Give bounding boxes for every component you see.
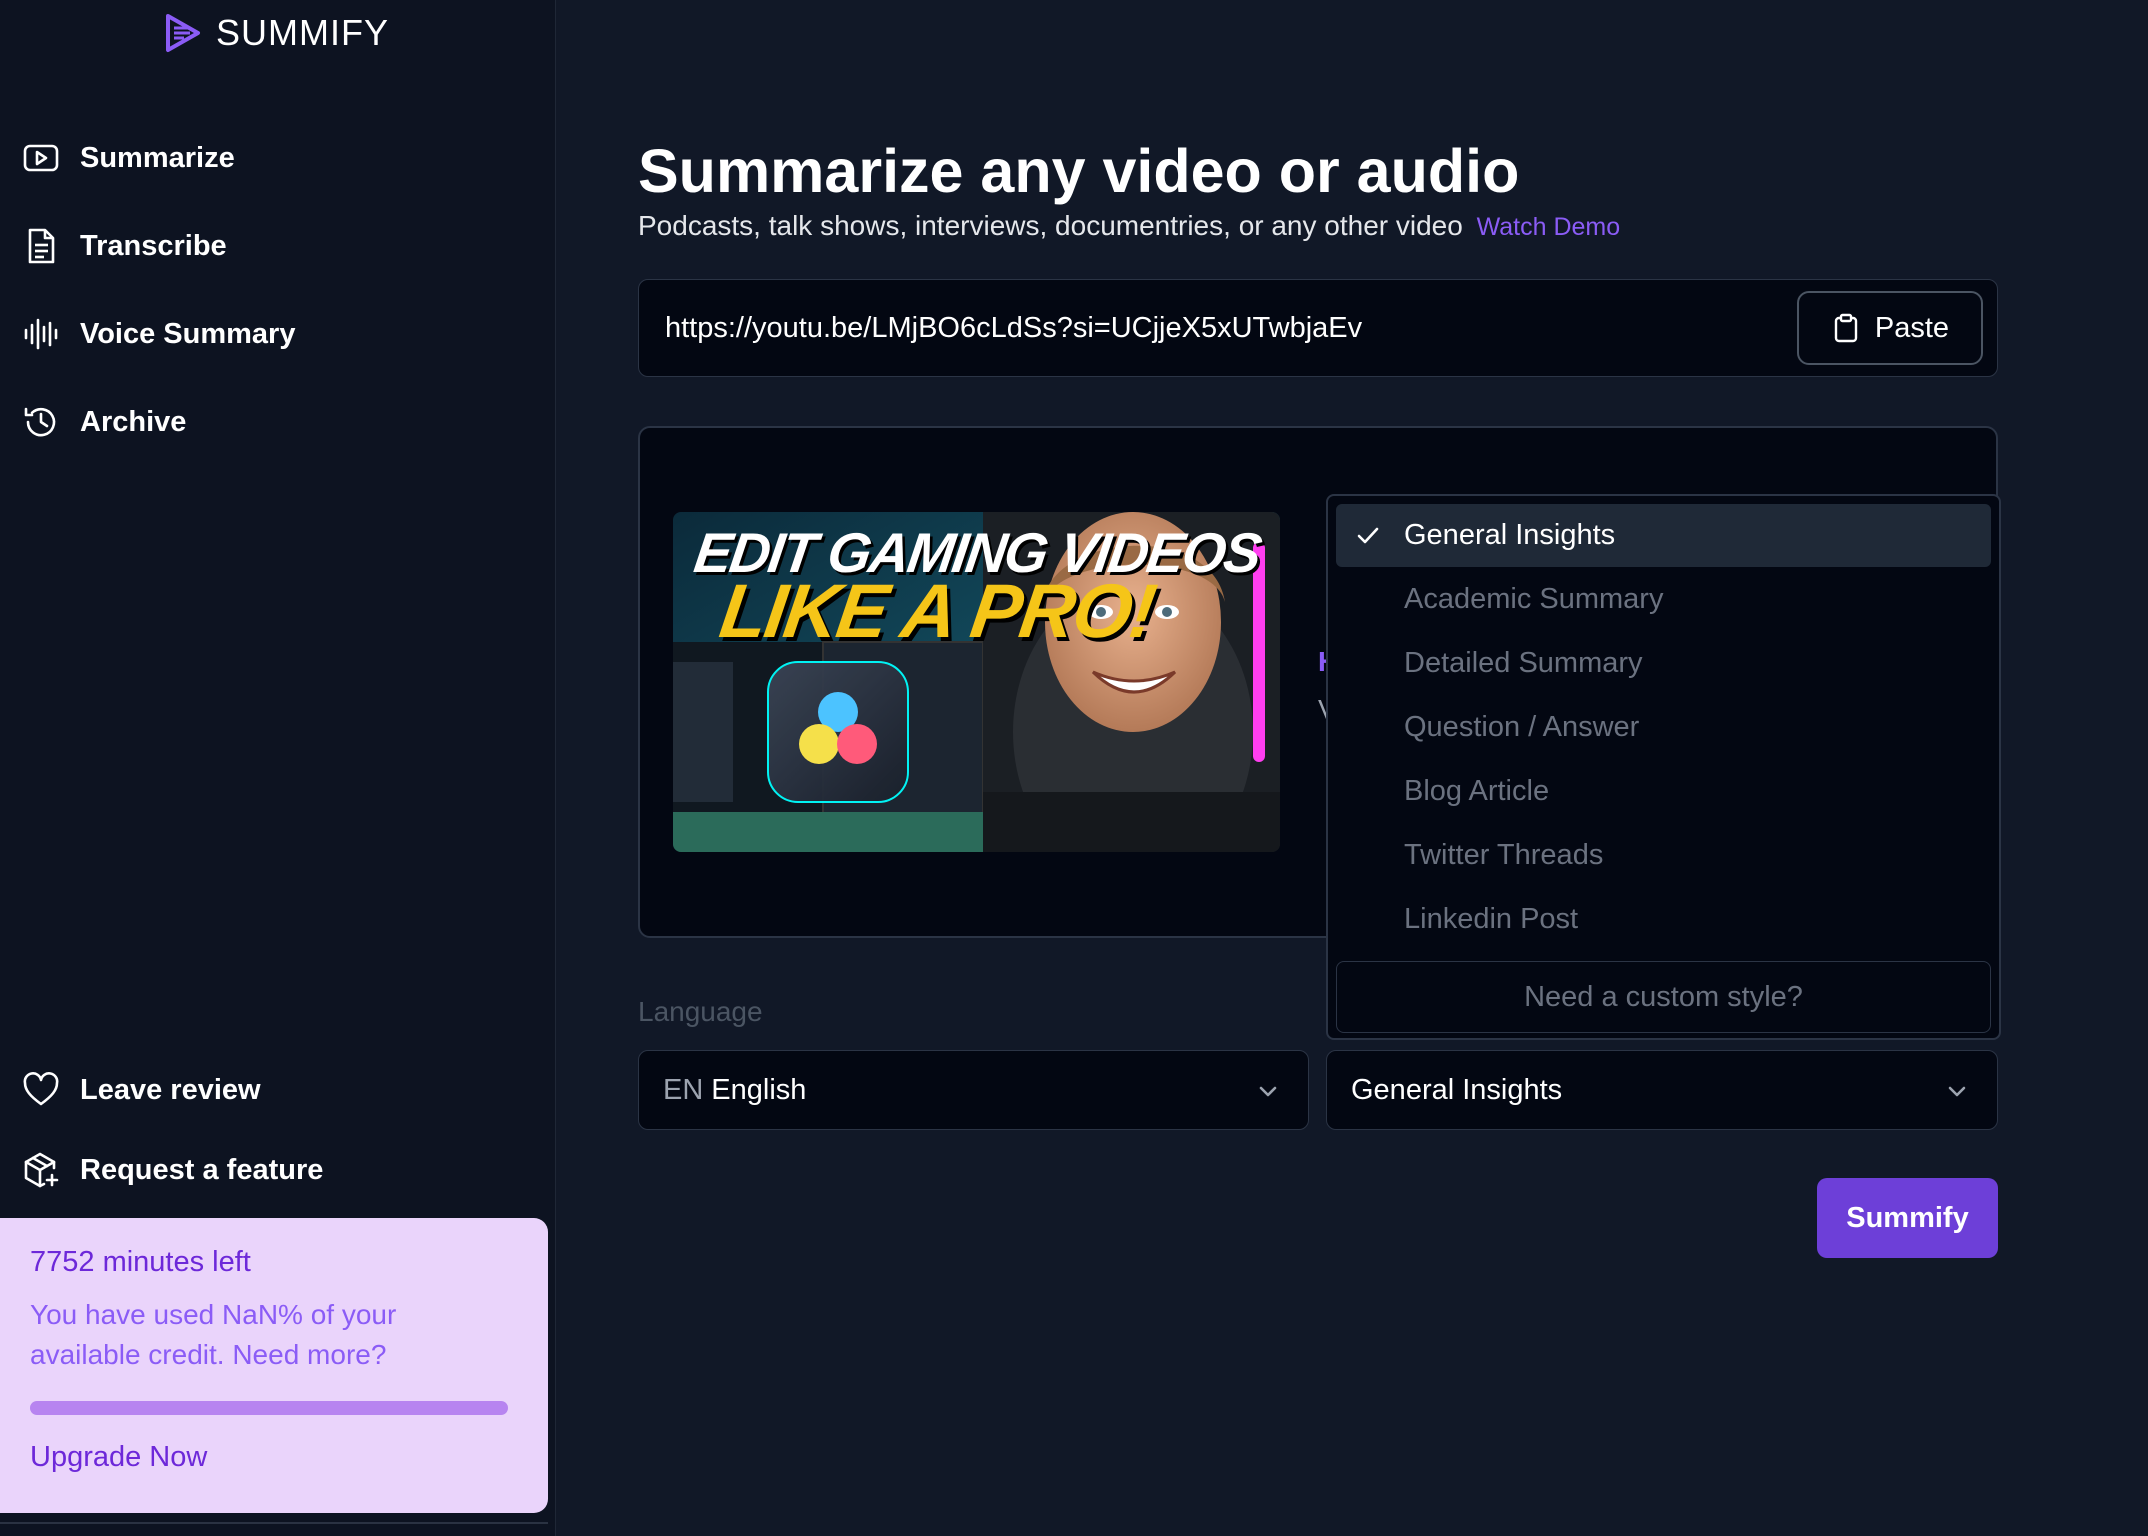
custom-style-button[interactable]: Need a custom style? bbox=[1336, 961, 1991, 1033]
sidebar-item-archive[interactable]: Archive bbox=[22, 404, 295, 440]
sidebar-item-label: Transcribe bbox=[80, 229, 227, 262]
paste-button[interactable]: Paste bbox=[1797, 291, 1983, 365]
check-icon bbox=[1357, 527, 1379, 544]
option-general-insights[interactable]: General Insights bbox=[1336, 504, 1991, 567]
summary-style-select[interactable]: General Insights bbox=[1326, 1050, 1998, 1130]
minutes-left: 7752 minutes left bbox=[30, 1246, 251, 1278]
brand-name: SUMMIFY bbox=[216, 12, 389, 53]
option-label: General Insights bbox=[1404, 519, 1616, 551]
credit-card: 7752 minutes left You have used NaN% of … bbox=[0, 1218, 548, 1513]
url-input[interactable] bbox=[663, 306, 1763, 350]
document-icon bbox=[28, 228, 55, 264]
heart-icon bbox=[23, 1072, 59, 1106]
watch-demo-link[interactable]: Watch Demo bbox=[1477, 213, 1621, 241]
credit-usage-text: You have used NaN% of your available cre… bbox=[30, 1299, 397, 1370]
chevron-down-icon bbox=[1948, 1086, 1966, 1097]
language-select[interactable]: EN English bbox=[638, 1050, 1309, 1130]
option-blog-article[interactable]: Blog Article bbox=[1336, 760, 1991, 823]
thumbnail-title-line-2: LIKE A PRO! bbox=[715, 569, 1160, 654]
option-question-answer[interactable]: Question / Answer bbox=[1336, 696, 1991, 759]
chevron-down-icon bbox=[1259, 1086, 1277, 1097]
sidebar-item-label: Voice Summary bbox=[80, 317, 296, 350]
option-linkedin-post[interactable]: Linkedin Post bbox=[1336, 888, 1991, 951]
paste-label: Paste bbox=[1874, 311, 1950, 344]
package-plus-icon bbox=[24, 1152, 59, 1188]
sidebar: SUMMIFY Summarize Transcribe Voice Summa… bbox=[0, 0, 556, 1536]
history-icon bbox=[24, 407, 56, 437]
sidebar-item-label: Archive bbox=[80, 405, 187, 438]
summify-button[interactable]: Summify bbox=[1817, 1178, 1998, 1258]
audio-wave-icon bbox=[24, 318, 58, 350]
language-code: EN bbox=[663, 1073, 704, 1106]
option-academic-summary[interactable]: Academic Summary bbox=[1336, 568, 1991, 631]
leave-review-link[interactable]: Leave review bbox=[22, 1072, 323, 1108]
credit-progress-bar bbox=[30, 1401, 508, 1415]
credit-progress-fill bbox=[30, 1401, 508, 1415]
sidebar-item-summarize[interactable]: Summarize bbox=[22, 140, 295, 176]
option-label: Twitter Threads bbox=[1404, 839, 1604, 871]
option-label: Question / Answer bbox=[1404, 711, 1640, 743]
request-feature-label: Request a feature bbox=[80, 1153, 324, 1186]
sidebar-nav: Summarize Transcribe Voice Summary Archi… bbox=[22, 140, 295, 440]
option-label: Blog Article bbox=[1404, 775, 1550, 807]
video-thumbnail[interactable]: EDIT GAMING VIDEOS LIKE A PRO! bbox=[673, 512, 1280, 852]
sidebar-item-transcribe[interactable]: Transcribe bbox=[22, 228, 295, 264]
option-label: Academic Summary bbox=[1404, 583, 1664, 615]
option-twitter-threads[interactable]: Twitter Threads bbox=[1336, 824, 1991, 887]
leave-review-label: Leave review bbox=[80, 1073, 261, 1106]
language-label: Language bbox=[638, 996, 763, 1027]
summify-logo-icon bbox=[166, 14, 200, 52]
divider bbox=[0, 1522, 548, 1524]
play-square-icon bbox=[23, 144, 59, 172]
sidebar-item-label: Summarize bbox=[80, 141, 235, 174]
sidebar-bottom-nav: Leave review Request a feature bbox=[22, 1072, 323, 1188]
option-label: Detailed Summary bbox=[1404, 647, 1643, 679]
subtitle-text: Podcasts, talk shows, interviews, docume… bbox=[638, 210, 1463, 241]
summary-style-dropdown: General Insights Academic Summary Detail… bbox=[1326, 494, 2001, 1040]
logo[interactable]: SUMMIFY bbox=[162, 12, 389, 54]
option-detailed-summary[interactable]: Detailed Summary bbox=[1336, 632, 1991, 695]
page-subtitle: Podcasts, talk shows, interviews, docume… bbox=[638, 210, 1620, 242]
sidebar-item-voice-summary[interactable]: Voice Summary bbox=[22, 316, 295, 352]
summary-style-value: General Insights bbox=[1351, 1073, 1563, 1106]
url-input-box: Paste bbox=[638, 279, 1998, 377]
upgrade-now-link[interactable]: Upgrade Now bbox=[30, 1441, 207, 1474]
option-label: Linkedin Post bbox=[1404, 903, 1579, 935]
clipboard-icon bbox=[1834, 313, 1858, 343]
request-feature-link[interactable]: Request a feature bbox=[22, 1152, 323, 1188]
page-title: Summarize any video or audio bbox=[638, 137, 1520, 205]
language-name: English bbox=[711, 1073, 807, 1106]
